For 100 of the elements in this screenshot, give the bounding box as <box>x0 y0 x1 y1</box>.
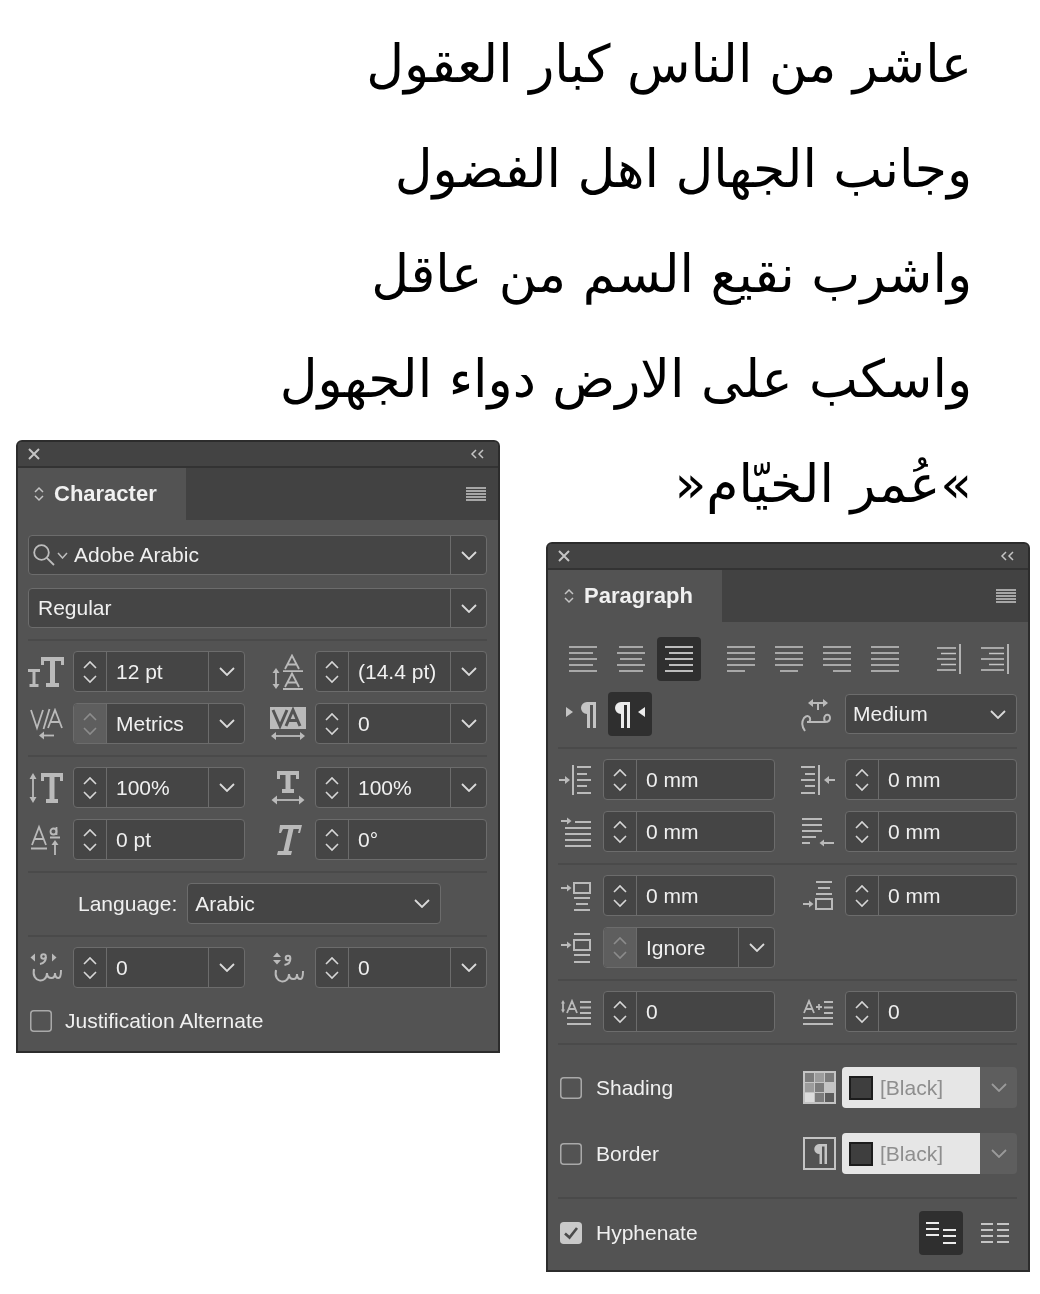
chevron-down-icon <box>218 719 235 728</box>
justify-left-icon <box>727 646 755 672</box>
justify-all-icon <box>871 646 899 672</box>
vertical-scale-field[interactable]: 100% <box>73 767 245 808</box>
first-line-indent-icon <box>561 816 591 847</box>
up-down-arrows-icon <box>83 827 97 852</box>
justify-right-icon <box>823 646 851 672</box>
checkbox-label: Hyphenate <box>596 1221 698 1245</box>
left-indent-field[interactable]: 0 mm <box>603 759 775 800</box>
chevron-down-icon <box>990 709 1006 719</box>
space-after-field[interactable]: 0 mm <box>845 875 1017 916</box>
chevron-down-icon <box>460 550 477 560</box>
justify-center-icon <box>775 646 803 672</box>
last-line-indent-icon <box>802 816 834 847</box>
font-family-field[interactable]: Adobe Arabic <box>28 535 487 575</box>
up-down-arrows-icon <box>855 819 869 844</box>
arabic-letter-side-arrows-icon <box>30 952 62 983</box>
checkbox[interactable] <box>560 1076 582 1099</box>
swatch-icon <box>849 1141 873 1166</box>
align-left-icon <box>569 646 597 672</box>
collapse-icon[interactable] <box>470 449 484 459</box>
language-dropdown[interactable]: Arabic <box>187 883 442 924</box>
text-size-icon <box>28 656 64 687</box>
tracking-icon <box>270 706 306 741</box>
poem-line: واسكب على الارض دواء الجهول <box>279 348 972 412</box>
align-right-button[interactable] <box>657 637 701 681</box>
pilcrow-right-arrow-icon <box>566 700 596 728</box>
last-line-indent-field[interactable]: 0 mm <box>845 811 1017 852</box>
up-down-arrows-icon <box>613 999 627 1024</box>
right-indent-field[interactable]: 0 mm <box>845 759 1017 800</box>
kerning-icon <box>29 707 63 740</box>
diacritic-y-offset-field[interactable]: 0 <box>315 947 487 988</box>
kashida-dropdown[interactable]: Medium <box>845 694 1017 734</box>
drop-cap-lines-field[interactable]: 0 <box>603 991 775 1032</box>
kerning-field[interactable]: Metrics <box>73 703 245 744</box>
up-down-arrows-icon <box>613 767 627 792</box>
up-down-chevron-icon <box>34 486 44 502</box>
checkbox-label: Border <box>596 1141 660 1166</box>
paragraph-tab[interactable]: Paragraph <box>548 570 722 622</box>
space-after-icon <box>803 880 833 911</box>
font-size-field[interactable]: 12 pt <box>73 651 245 692</box>
tracking-field[interactable]: 0 <box>315 703 487 744</box>
poem-line: عاشر من الناس كبار العقول <box>366 33 972 97</box>
drop-cap-characters-icon <box>803 998 833 1025</box>
right-to-left-button[interactable] <box>608 692 652 736</box>
text-lines-icon <box>926 1222 956 1244</box>
skew-icon <box>274 824 302 855</box>
chevron-down-icon <box>218 963 235 972</box>
leading-field[interactable]: (14.4 pt) <box>315 651 487 692</box>
search-icon <box>33 544 55 566</box>
menu-icon[interactable] <box>996 589 1016 603</box>
diacritic-x-offset-field[interactable]: 0 <box>73 947 245 988</box>
up-down-arrows-icon <box>83 775 97 800</box>
horizontal-scale-field[interactable]: 100% <box>315 767 487 808</box>
skew-field[interactable]: 0° <box>315 819 487 860</box>
checkbox-label: Shading <box>596 1075 674 1100</box>
up-down-arrows-icon <box>855 883 869 908</box>
up-down-arrows-icon <box>613 819 627 844</box>
space-before-icon <box>561 880 591 911</box>
up-down-arrows-icon <box>855 767 869 792</box>
shading-grid-icon[interactable] <box>803 1071 836 1104</box>
chevron-down-icon <box>460 963 477 972</box>
first-line-indent-field[interactable]: 0 mm <box>603 811 775 852</box>
menu-icon[interactable] <box>466 487 486 501</box>
align-center-icon <box>617 646 645 672</box>
chevron-down-icon <box>990 1149 1007 1158</box>
up-down-arrows-icon <box>613 935 627 960</box>
checkbox[interactable] <box>560 1222 582 1244</box>
pilcrow-box-icon[interactable] <box>803 1137 836 1170</box>
checkbox[interactable] <box>560 1142 582 1165</box>
up-down-arrows-icon <box>325 827 339 852</box>
up-down-chevron-icon <box>564 588 574 604</box>
font-style-dropdown[interactable]: Regular <box>28 588 487 628</box>
chevron-down-icon <box>460 719 477 728</box>
text-columns-icon <box>981 1223 1009 1243</box>
up-down-arrows-icon <box>325 775 339 800</box>
up-down-arrows-icon <box>325 659 339 684</box>
chevron-down-icon <box>990 1083 1007 1092</box>
right-indent-icon <box>801 764 835 795</box>
poem-attribution: »عُمر الخيّام« <box>674 453 972 517</box>
close-icon[interactable] <box>28 448 40 460</box>
paragraph-composer-button[interactable] <box>919 1211 963 1255</box>
up-down-arrows-icon <box>325 955 339 980</box>
up-down-arrows-icon <box>83 711 97 736</box>
collapse-icon[interactable] <box>1000 551 1014 561</box>
baseline-shift-icon <box>31 823 61 856</box>
space-before-field[interactable]: 0 mm <box>603 875 775 916</box>
same-style-spacing-field[interactable]: Ignore <box>603 927 775 968</box>
baseline-shift-field[interactable]: 0 pt <box>73 819 245 860</box>
pilcrow-left-arrow-icon <box>615 700 645 728</box>
chevron-down-icon <box>460 783 477 792</box>
drop-cap-characters-field[interactable]: 0 <box>845 991 1017 1032</box>
close-icon[interactable] <box>558 550 570 562</box>
caret-down-icon <box>57 551 68 559</box>
chevron-down-icon <box>460 603 477 613</box>
leading-icon <box>272 653 304 690</box>
character-tab[interactable]: Character <box>18 468 186 520</box>
up-down-arrows-icon <box>855 999 869 1024</box>
checkbox-label: Justification Alternate <box>65 1009 264 1033</box>
checkbox[interactable] <box>30 1010 52 1032</box>
